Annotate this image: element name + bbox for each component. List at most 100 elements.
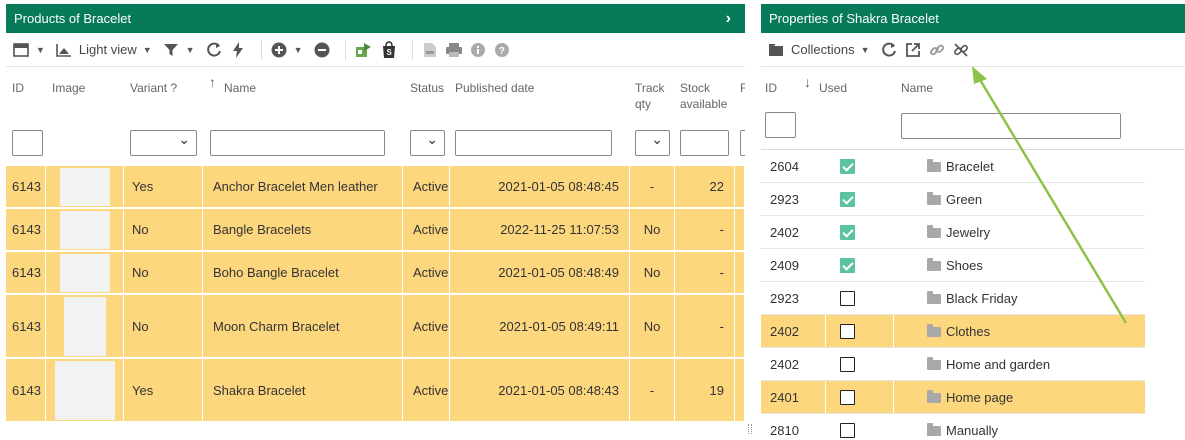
cell-variant: No	[124, 252, 203, 293]
csv-file-icon[interactable]	[421, 39, 439, 61]
table-row[interactable]: 6143 No Bangle Bracelets Active 2022-11-25 1…	[6, 209, 745, 251]
product-thumbnail[interactable]	[63, 296, 106, 356]
shopify-bag-icon[interactable]: S	[380, 39, 398, 61]
toolbar-divider	[260, 39, 262, 60]
collection-id: 2401	[770, 390, 799, 405]
column-header-stock[interactable]: Stock available	[680, 80, 727, 112]
used-checkbox[interactable]	[840, 291, 855, 306]
folder-icon[interactable]	[767, 39, 785, 61]
properties-panel-header: Properties of Shakra Bracelet	[761, 4, 1185, 33]
cell-published: 2021-01-05 08:49:11	[450, 295, 630, 357]
list-item[interactable]: 2402 Home and garden	[761, 348, 1145, 381]
column-header-extra[interactable]: F	[740, 80, 745, 96]
product-thumbnail[interactable]	[54, 360, 115, 420]
sort-ascending-icon[interactable]: ↑	[209, 74, 216, 90]
list-item[interactable]: 2923 Black Friday	[761, 282, 1145, 315]
used-checkbox[interactable]	[840, 390, 855, 405]
view-mode-label[interactable]: Light view	[79, 42, 137, 57]
used-checkbox[interactable]	[840, 225, 855, 240]
link-icon[interactable]	[928, 39, 946, 61]
add-circle-icon[interactable]	[270, 39, 288, 61]
filter-id-input[interactable]	[12, 130, 43, 156]
collection-name: Home page	[946, 390, 1014, 405]
lightning-icon[interactable]	[229, 39, 247, 61]
grid-layout-caret-icon[interactable]: ▼	[36, 45, 45, 55]
filter-extra-input[interactable]	[740, 130, 745, 156]
products-panel: Products of Bracelet › ▼ Light view ▼ ▼ …	[6, 4, 745, 440]
column-header-id[interactable]: ID	[765, 80, 777, 96]
column-header-name[interactable]: Name	[901, 80, 933, 96]
column-header-track-qty[interactable]: Track qty	[635, 80, 665, 112]
sort-descending-icon[interactable]: ↓	[804, 74, 811, 90]
refresh-icon[interactable]	[880, 39, 898, 61]
column-header-used[interactable]: Used	[819, 80, 847, 96]
used-checkbox[interactable]	[840, 159, 855, 174]
list-item[interactable]: 2604 Bracelet	[761, 150, 1145, 183]
collection-id: 2604	[770, 159, 799, 174]
list-item[interactable]: 2409 Shoes	[761, 249, 1145, 282]
view-mode-caret-icon[interactable]: ▼	[143, 45, 152, 55]
print-icon[interactable]	[445, 39, 463, 61]
collection-name: Jewelry	[946, 225, 991, 240]
unlink-icon[interactable]	[952, 39, 970, 61]
product-thumbnail[interactable]	[59, 210, 110, 249]
column-header-image[interactable]: Image	[52, 80, 85, 96]
filter-published-input[interactable]	[455, 130, 612, 156]
filter-track-select[interactable]	[635, 130, 670, 156]
column-header-name[interactable]: Name	[224, 80, 256, 96]
export-store-icon[interactable]	[354, 39, 374, 61]
filter-caret-icon[interactable]: ▼	[186, 45, 195, 55]
cell-divider	[825, 315, 826, 347]
collapse-panel-icon[interactable]: ›	[726, 4, 731, 33]
remove-circle-icon[interactable]	[313, 39, 331, 61]
used-checkbox[interactable]	[840, 357, 855, 372]
list-item[interactable]: 2402 Jewelry	[761, 216, 1145, 249]
used-checkbox[interactable]	[840, 192, 855, 207]
table-row[interactable]: 6143 Yes Shakra Bracelet Active 2021-01-05 0…	[6, 359, 745, 422]
collections-caret-icon[interactable]: ▼	[861, 45, 870, 55]
column-header-variant[interactable]: Variant ?	[130, 80, 177, 96]
list-item[interactable]: 2401 Home page	[761, 381, 1145, 414]
filter-status-select[interactable]	[410, 130, 445, 156]
used-checkbox[interactable]	[840, 423, 855, 438]
cell-stock: -	[675, 252, 735, 293]
help-icon[interactable]: ?	[493, 39, 511, 61]
used-checkbox[interactable]	[840, 258, 855, 273]
filter-name-input[interactable]	[901, 113, 1121, 139]
list-item[interactable]: 2402 Clothes	[761, 315, 1145, 348]
panel-splitter-handle[interactable]	[748, 424, 752, 434]
filter-name-input[interactable]	[210, 130, 385, 156]
list-item[interactable]: 2810 Manually	[761, 414, 1145, 440]
view-chart-icon[interactable]	[55, 39, 73, 61]
used-checkbox[interactable]	[840, 324, 855, 339]
cell-track: No	[630, 209, 675, 250]
cell-name: Anchor Bracelet Men leather	[203, 166, 403, 207]
filter-stock-input[interactable]	[680, 130, 729, 156]
add-caret-icon[interactable]: ▼	[294, 45, 303, 55]
product-thumbnail[interactable]	[59, 253, 110, 292]
list-item[interactable]: 2923 Green	[761, 183, 1145, 216]
cell-name: Boho Bangle Bracelet	[203, 252, 403, 293]
folder-icon	[927, 390, 941, 403]
grid-layout-icon[interactable]	[12, 39, 30, 61]
cell-image	[46, 359, 124, 421]
refresh-icon[interactable]	[205, 39, 223, 61]
collection-id: 2409	[770, 258, 799, 273]
filter-icon[interactable]	[162, 39, 180, 61]
product-thumbnail[interactable]	[59, 167, 110, 206]
table-row[interactable]: 6143 No Moon Charm Bracelet Active 2021-01-0…	[6, 295, 745, 358]
table-row[interactable]: 6143 Yes Anchor Bracelet Men leather Active…	[6, 166, 745, 208]
cell-stock: -	[675, 295, 735, 357]
collections-dropdown-label[interactable]: Collections	[791, 42, 855, 57]
cell-extra	[735, 359, 745, 421]
column-header-id[interactable]: ID	[12, 80, 24, 96]
info-icon[interactable]	[469, 39, 487, 61]
column-header-published[interactable]: Published date	[455, 80, 534, 96]
table-row[interactable]: 6143 No Boho Bangle Bracelet Active 2021-01-…	[6, 252, 745, 294]
open-external-icon[interactable]	[904, 39, 922, 61]
filter-id-input[interactable]	[765, 112, 796, 138]
column-header-status[interactable]: Status	[410, 80, 444, 96]
filter-variant-select[interactable]	[130, 130, 197, 156]
cell-track: -	[630, 166, 675, 207]
cell-image	[46, 166, 124, 207]
